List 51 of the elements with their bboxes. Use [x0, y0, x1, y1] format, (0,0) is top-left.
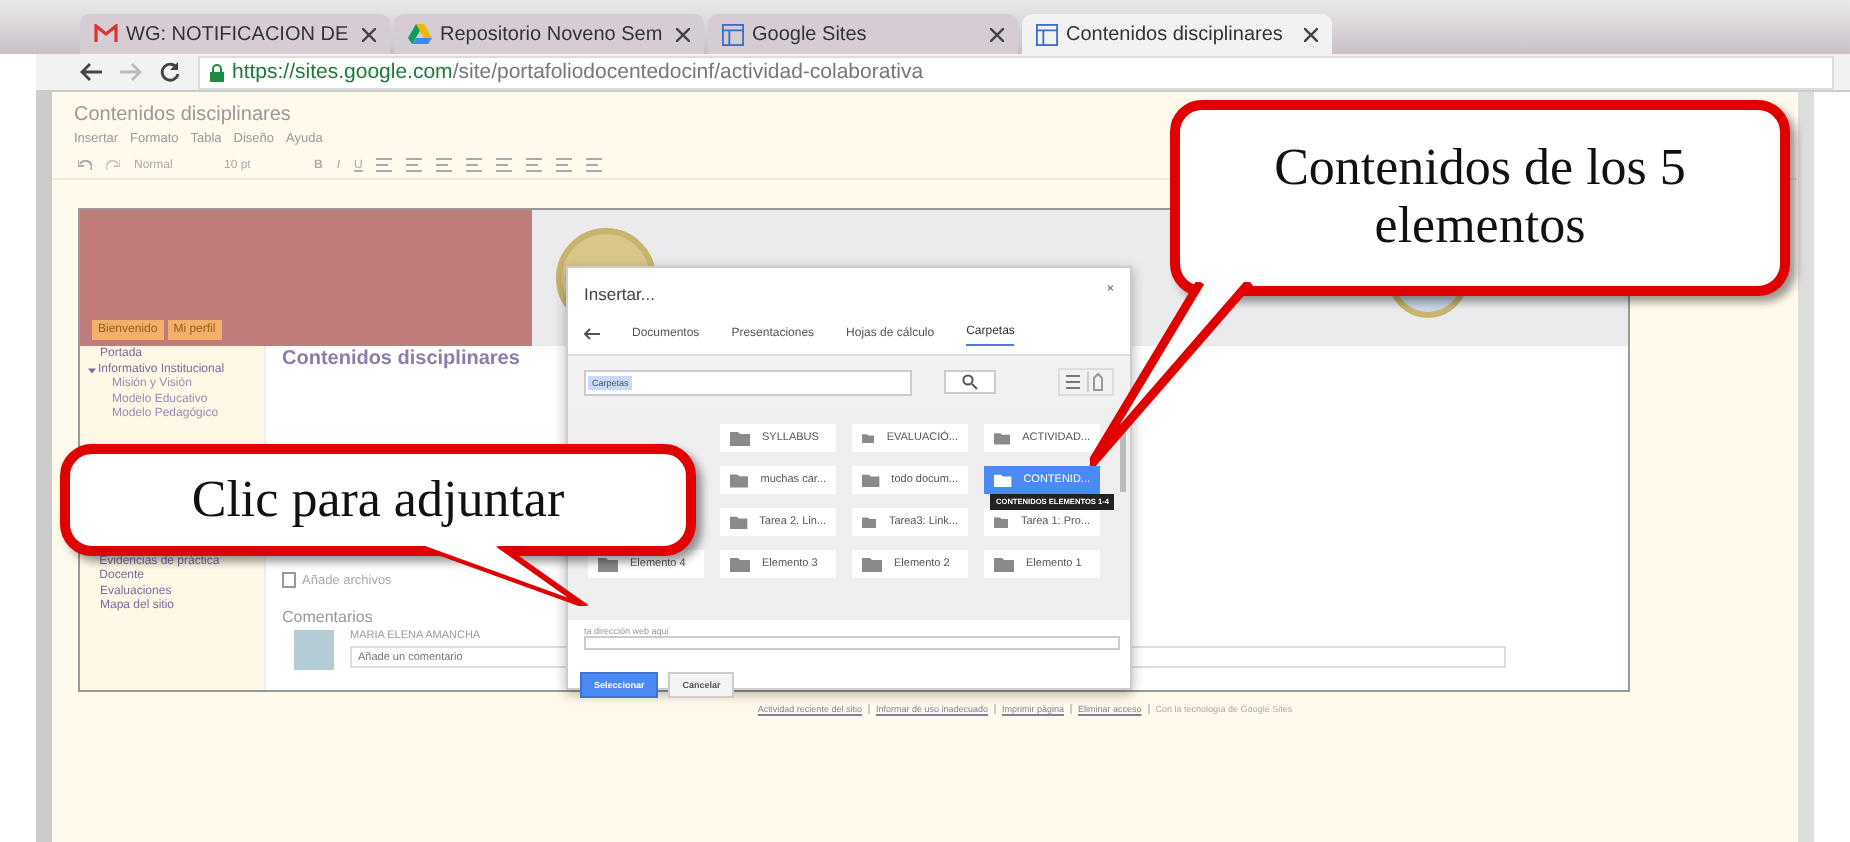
search-icon [962, 374, 978, 390]
avatar-placeholder [294, 630, 334, 670]
comments-heading: Comentarios [282, 608, 373, 626]
folder-icon [730, 556, 750, 572]
folder-icon [862, 514, 877, 530]
caret-icon [88, 367, 96, 374]
folder-icon [730, 514, 748, 530]
folder-icon [730, 472, 749, 488]
page-layout-icon [722, 23, 744, 45]
padlock-icon [210, 63, 224, 81]
envelope-icon [94, 24, 118, 44]
folder-icon [994, 514, 1009, 530]
text-align-icon[interactable] [436, 158, 453, 172]
address-field[interactable]: https://sites.google.com/site/portafoliodocentedocinf/actividad-colaborativa [198, 55, 1834, 89]
folder-icon [730, 430, 750, 446]
close-icon[interactable] [990, 27, 1004, 41]
text-align-icon[interactable] [406, 158, 423, 172]
folder-icon [994, 430, 1011, 446]
text-align-icon[interactable] [556, 158, 573, 172]
content-heading: Contenidos disciplinares [282, 346, 520, 372]
folder-icon [994, 472, 1012, 488]
back-arrow-icon[interactable] [80, 62, 102, 82]
folder-icon [862, 430, 875, 446]
text-align-icon[interactable] [466, 158, 483, 172]
folder-icon [862, 472, 880, 488]
dialog-title: Insertar... [584, 284, 655, 304]
text-align-icon[interactable] [526, 158, 543, 172]
search-button[interactable] [944, 370, 996, 394]
close-icon[interactable] [676, 27, 690, 41]
page-layout-icon [1036, 23, 1058, 45]
text-align-icon[interactable] [586, 158, 603, 172]
text-align-icon[interactable] [376, 158, 393, 172]
browser-tab[interactable]: Contenidos disciplinares [1022, 14, 1332, 54]
folder-icon [994, 556, 1014, 572]
forward-arrow-icon[interactable] [120, 62, 142, 82]
text-align-icon[interactable] [496, 158, 513, 172]
undo-icon[interactable] [78, 160, 92, 170]
browser-tab[interactable]: Google Sites [708, 14, 1018, 54]
redo-icon[interactable] [106, 160, 120, 170]
page-title: Contenidos disciplinares [72, 104, 293, 126]
url-field[interactable] [584, 636, 1120, 650]
close-icon[interactable] [1304, 27, 1318, 41]
back-arrow-icon[interactable] [584, 327, 600, 339]
folder-icon [862, 556, 882, 572]
reload-icon[interactable] [160, 62, 180, 82]
view-toggle-icon[interactable] [1058, 368, 1114, 396]
paperclip-icon [282, 572, 296, 588]
triangle-icon [408, 24, 432, 44]
browser-tab[interactable]: WG: NOTIFICACION DE [80, 14, 390, 54]
browser-tab[interactable]: Repositorio Noveno Sem [394, 14, 704, 54]
close-icon[interactable] [362, 27, 376, 41]
